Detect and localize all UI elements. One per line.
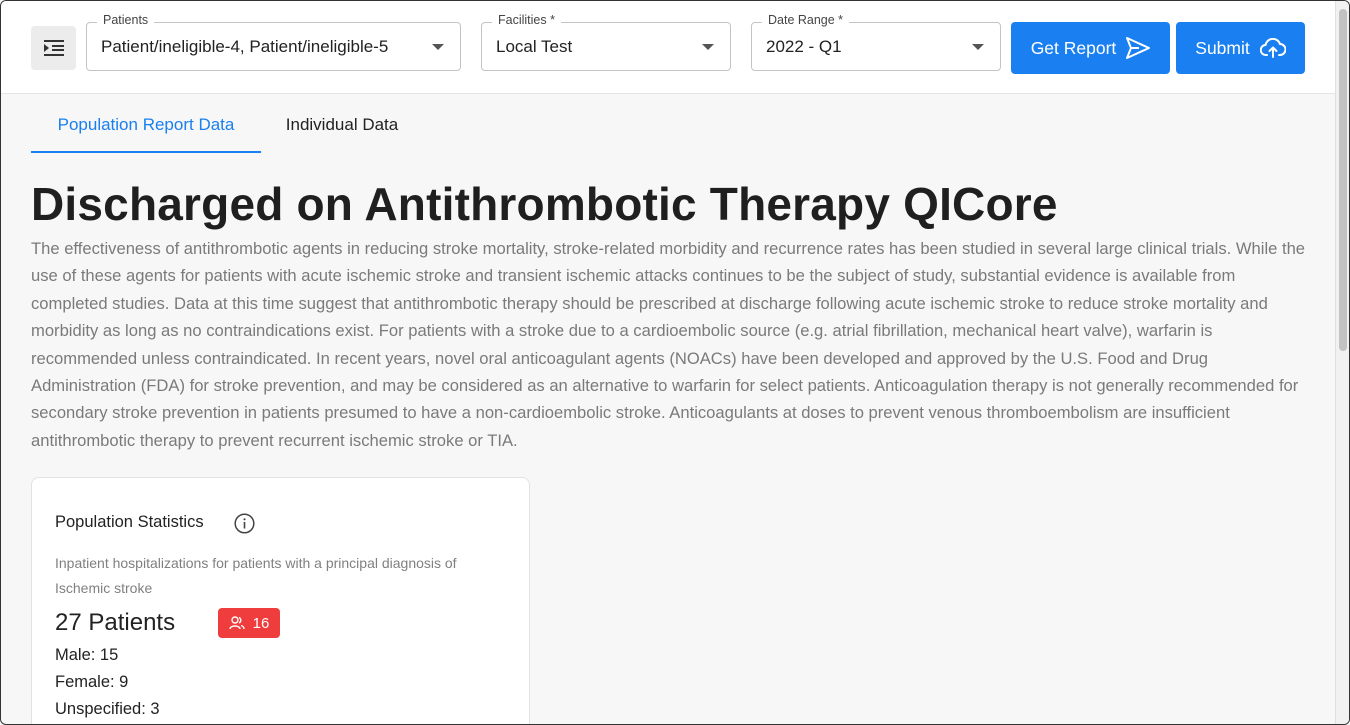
scrollbar-thumb[interactable] xyxy=(1339,9,1347,351)
date-range-select[interactable]: Date Range * 2022 - Q1 xyxy=(751,13,1001,71)
card-title: Population Statistics xyxy=(55,513,204,531)
vertical-scrollbar[interactable] xyxy=(1335,1,1349,724)
page-title: Discharged on Antithrombotic Therapy QIC… xyxy=(31,178,1058,230)
facilities-select[interactable]: Facilities * Local Test xyxy=(481,13,731,71)
submit-button[interactable]: Submit xyxy=(1176,22,1305,74)
chevron-down-icon xyxy=(702,44,714,50)
chevron-down-icon xyxy=(432,44,444,50)
facilities-label: Facilities * xyxy=(492,13,561,27)
patients-select[interactable]: Patients Patient/ineligible-4, Patient/i… xyxy=(86,13,461,71)
tab-individual-data[interactable]: Individual Data xyxy=(263,106,421,153)
patient-count: 27 Patients xyxy=(55,609,176,636)
population-statistics-card: Population Statistics Inpatient hospital… xyxy=(31,477,530,724)
facilities-value: Local Test xyxy=(496,37,573,56)
users-icon xyxy=(228,616,245,630)
male-count: Male: 15 xyxy=(55,646,119,664)
app-window: Patients Patient/ineligible-4, Patient/i… xyxy=(0,0,1350,725)
send-icon xyxy=(1126,37,1151,59)
card-subtitle: Inpatient hospitalizations for patients … xyxy=(55,555,457,596)
cloud-upload-icon xyxy=(1259,38,1286,58)
chevron-down-icon xyxy=(972,44,984,50)
get-report-label: Get Report xyxy=(1030,37,1117,58)
patients-value: Patient/ineligible-4, Patient/ineligible… xyxy=(101,37,389,56)
status-badge[interactable]: 16 xyxy=(218,608,280,638)
submit-label: Submit xyxy=(1195,37,1250,58)
unspecified-count: Unspecified: 3 xyxy=(55,700,160,718)
tab-label: Population Report Data xyxy=(57,115,235,134)
date-range-value: 2022 - Q1 xyxy=(766,37,842,56)
get-report-button[interactable]: Get Report xyxy=(1011,22,1170,74)
menu-indent-icon xyxy=(43,40,64,56)
menu-toggle-button[interactable] xyxy=(31,26,76,70)
top-toolbar: Patients Patient/ineligible-4, Patient/i… xyxy=(1,1,1335,94)
patients-label: Patients xyxy=(97,13,155,27)
measure-description: The effectiveness of antithrombotic agen… xyxy=(31,239,1306,450)
badge-value: 16 xyxy=(252,614,270,632)
date-range-label: Date Range * xyxy=(762,13,850,27)
tab-population-report-data[interactable]: Population Report Data xyxy=(31,106,261,153)
info-icon[interactable] xyxy=(234,513,255,534)
female-count: Female: 9 xyxy=(55,673,129,691)
tab-label: Individual Data xyxy=(285,115,399,134)
